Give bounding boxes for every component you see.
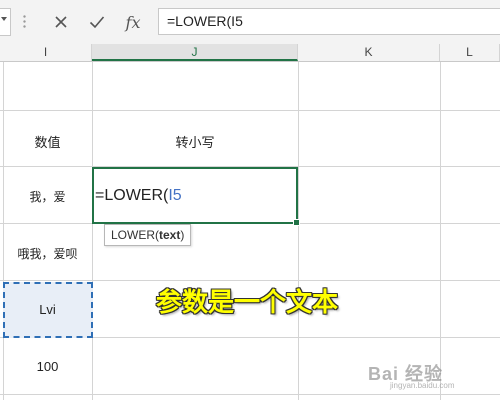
annotation-text: 参数是一个文本 (156, 287, 339, 317)
chevron-down-icon[interactable] (1, 17, 7, 21)
active-cell-j5[interactable]: =LOWER(I5 (92, 167, 300, 226)
watermark: Bai 经验 jingyan.baidu.com (368, 356, 490, 392)
formula-input[interactable]: =LOWER(I5 (158, 8, 500, 35)
cell-i7[interactable]: Lvi (3, 302, 92, 317)
cell-i4[interactable]: 数值 (3, 132, 92, 151)
watermark-url: jingyan.baidu.com (390, 381, 455, 390)
gridline (92, 62, 93, 400)
check-icon (89, 16, 105, 29)
cell-edit-text[interactable]: =LOWER(I5 (95, 187, 182, 205)
column-header-k[interactable]: K (298, 44, 440, 61)
gridline (0, 280, 500, 281)
tooltip-close-paren: ) (180, 228, 185, 242)
column-header-row: I J K L (0, 44, 500, 62)
fx-label: fx (125, 12, 141, 32)
insert-function-button[interactable]: fx (120, 9, 146, 35)
cancel-button[interactable] (48, 9, 74, 35)
tooltip-function: LOWER( (111, 228, 159, 242)
gridline (440, 62, 441, 400)
gridline (0, 110, 500, 111)
gridline (298, 62, 299, 400)
cell-i6[interactable]: 哦我，爱呗 (3, 245, 92, 262)
name-box[interactable] (0, 8, 11, 36)
close-icon (55, 16, 67, 28)
function-tooltip[interactable]: LOWER(text) (104, 224, 192, 246)
confirm-button[interactable] (84, 9, 110, 35)
gridline (0, 394, 500, 395)
tooltip-argument: text (159, 228, 181, 242)
cell-i5[interactable]: 我，爱 (3, 188, 92, 205)
column-header-l[interactable]: L (440, 44, 500, 61)
formula-bar: fx =LOWER(I5 (0, 0, 500, 45)
gridline (3, 62, 4, 400)
spreadsheet-grid[interactable]: 数值 转小写 我，爱 哦我，爱呗 Lvi 100 =LOWER(I5 LOWER… (0, 62, 500, 400)
grip-handle[interactable] (23, 14, 26, 28)
edit-formula-reference: I5 (168, 187, 182, 204)
cell-j4[interactable]: 转小写 (92, 132, 298, 151)
cell-i8[interactable]: 100 (3, 359, 92, 374)
column-header-j[interactable]: J (92, 44, 298, 61)
fill-handle[interactable] (293, 219, 300, 226)
column-header-i[interactable]: I (0, 44, 92, 61)
edit-formula-prefix: =LOWER( (95, 187, 169, 204)
